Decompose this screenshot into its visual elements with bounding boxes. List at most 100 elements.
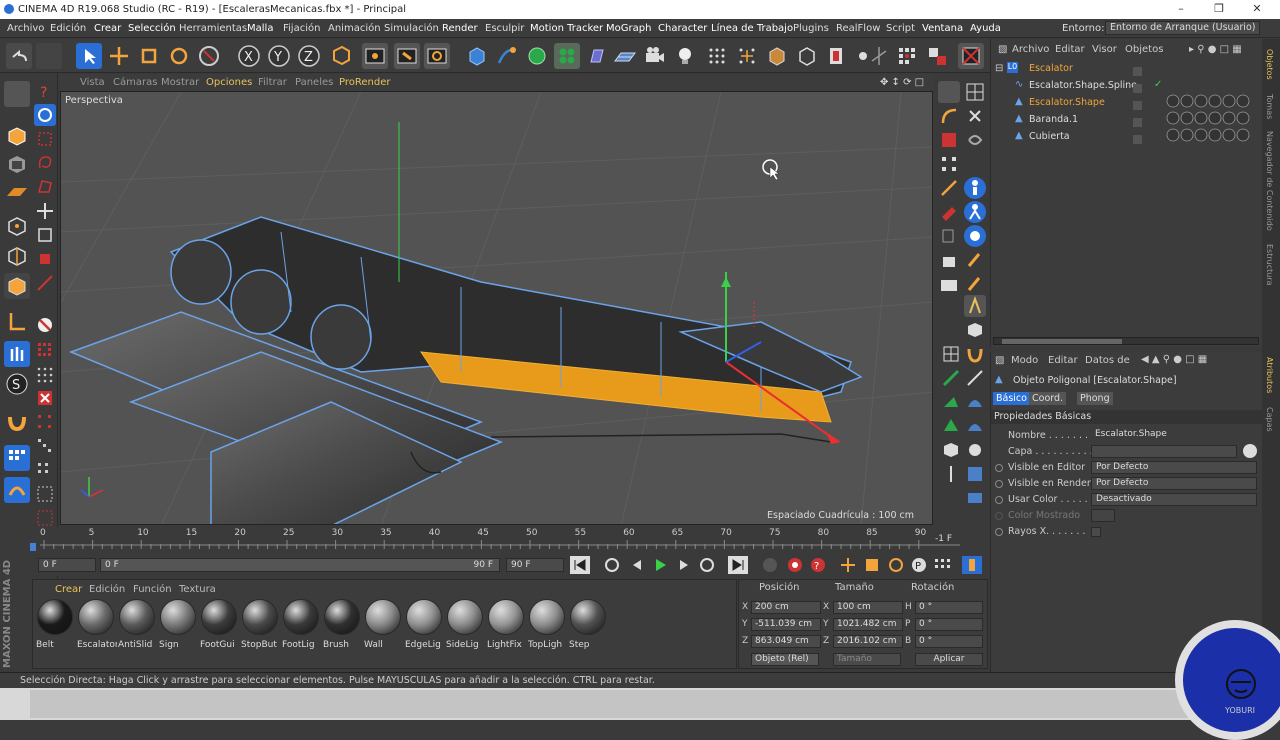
layers-icon[interactable]	[964, 487, 986, 509]
key-pla-icon[interactable]	[932, 556, 952, 574]
pen-spline-icon[interactable]	[494, 43, 520, 69]
mat-menu-funcion[interactable]: Función	[133, 584, 172, 595]
animate-dot-icon[interactable]	[995, 496, 1003, 504]
points-tool-icon[interactable]	[4, 213, 30, 239]
sculpt-b-icon[interactable]	[964, 439, 986, 461]
obj-menu-arrow-icon[interactable]: ▧	[998, 44, 1007, 55]
paint-grid-icon[interactable]	[4, 445, 30, 471]
autokey-icon[interactable]	[785, 556, 805, 574]
side-tab-tomas[interactable]: Tomas	[1265, 94, 1274, 119]
vp-menu-vista[interactable]: Vista	[80, 77, 105, 88]
side-tab-navegador[interactable]: Navegador de Contenido	[1265, 131, 1274, 231]
go-to-start-icon[interactable]	[570, 556, 590, 574]
coordinate-system-icon[interactable]	[328, 43, 354, 69]
render-settings-icon[interactable]	[424, 43, 450, 69]
key-rotation-icon[interactable]	[886, 556, 906, 574]
mirror-icon[interactable]	[940, 463, 962, 485]
attr-menu-datos[interactable]: Datos de	[1085, 355, 1130, 366]
position-x-field[interactable]: 200 cm	[751, 601, 821, 614]
figure-b-icon[interactable]	[964, 201, 986, 223]
menu-linea-de-trabajo[interactable]: Línea de Trabajo	[711, 23, 793, 34]
rotate-small-icon[interactable]	[34, 248, 56, 270]
object-mode-icon[interactable]	[4, 123, 30, 149]
cube-b-icon[interactable]	[964, 319, 986, 341]
redo-icon[interactable]	[36, 43, 62, 69]
obj-menu-editar[interactable]: Editar	[1055, 44, 1085, 55]
axis-mode-icon[interactable]	[866, 43, 892, 69]
rotation-h-field[interactable]: 0 °	[915, 601, 983, 614]
object-tags[interactable]	[1131, 61, 1263, 151]
material-edgelig[interactable]: EdgeLig	[405, 598, 443, 650]
soft-selection-icon[interactable]	[4, 477, 30, 503]
grid-dots-b-icon[interactable]	[34, 435, 56, 457]
make-editable-icon[interactable]	[4, 81, 30, 107]
live-selection-icon[interactable]	[76, 43, 102, 69]
mat-menu-textura[interactable]: Textura	[179, 584, 216, 595]
cloner-icon[interactable]	[554, 43, 580, 69]
explode-icon[interactable]	[938, 153, 960, 175]
model-mode-icon[interactable]	[794, 43, 820, 69]
play-icon[interactable]	[650, 556, 670, 574]
menu-motion-tracker[interactable]: Motion Tracker	[530, 23, 603, 34]
end-frame-field[interactable]: 90 F	[506, 558, 564, 572]
preview-range-slider[interactable]: 0 F 90 F	[100, 558, 500, 572]
maximize-icon[interactable]: ❐	[1206, 2, 1232, 17]
menu-archivo[interactable]: Archivo	[7, 23, 44, 34]
vp-menu-mostrar[interactable]: Mostrar	[161, 77, 199, 88]
animate-dot-icon[interactable]	[995, 464, 1003, 472]
menu-animacion[interactable]: Animación	[328, 23, 381, 34]
menu-simulacion[interactable]: Simulación	[384, 23, 439, 34]
menu-seleccion[interactable]: Selección	[128, 23, 176, 34]
tweak-icon[interactable]	[4, 341, 30, 367]
viewport-perspective[interactable]: Perspectiva Espaciado Cuadrícula : 100 c…	[60, 91, 933, 525]
material-toplight[interactable]: TopLigh	[528, 598, 566, 650]
menu-render[interactable]: Render	[442, 23, 478, 34]
y-axis-lock-icon[interactable]: Y	[266, 43, 292, 69]
menu-esculpir[interactable]: Esculpir	[485, 23, 524, 34]
subdivision-surface-icon[interactable]	[524, 43, 550, 69]
attr-nav-icons[interactable]: ◀ ▲ ⚲ ● □ ▦	[1141, 354, 1207, 365]
size-x-field[interactable]: 100 cm	[833, 601, 903, 614]
figure-c-icon[interactable]	[964, 225, 986, 247]
lattice-icon[interactable]	[938, 129, 960, 151]
attr-menu-modo[interactable]: Modo	[1011, 355, 1038, 366]
record-keys-icon[interactable]	[760, 556, 780, 574]
obj-search-icons[interactable]: ▸ ⚲ ● □ ▦	[1189, 44, 1242, 55]
viewport-solo-icon[interactable]	[958, 43, 984, 69]
menu-crear[interactable]: Crear	[94, 23, 121, 34]
light-icon[interactable]	[672, 43, 698, 69]
scale-small-icon[interactable]	[34, 224, 56, 246]
obj-menu-archivo[interactable]: Archivo	[1012, 44, 1049, 55]
side-tab-atributos[interactable]: Atributos	[1265, 357, 1274, 393]
size-z-field[interactable]: 2016.102 cm	[833, 635, 903, 648]
inflate-icon[interactable]	[964, 391, 986, 413]
menu-fijacion[interactable]: Fijación	[283, 23, 320, 34]
size-mode-select[interactable]: Tamaño	[833, 653, 901, 666]
menu-character[interactable]: Character	[658, 23, 707, 34]
scale-icon[interactable]	[136, 43, 162, 69]
obj-menu-objetos[interactable]: Objetos	[1125, 44, 1163, 55]
deformer-icon[interactable]	[584, 43, 610, 69]
display-color-swatch[interactable]	[1091, 509, 1115, 522]
layout-select[interactable]: Entorno de Arranque (Usuario)	[1105, 21, 1260, 35]
menu-script[interactable]: Script	[886, 23, 915, 34]
material-sidelig[interactable]: SideLig	[446, 598, 484, 650]
sculpt-icon[interactable]: S	[4, 371, 30, 397]
material-antislid[interactable]: AntiSlid	[118, 598, 156, 650]
menu-mograph[interactable]: MoGraph	[606, 23, 651, 34]
key-scale-icon[interactable]	[862, 556, 882, 574]
prev-key-icon[interactable]	[602, 556, 622, 574]
extrude-icon[interactable]	[940, 415, 962, 437]
material-wall[interactable]: Wall	[364, 598, 402, 650]
object-scrollbar[interactable]	[993, 337, 1259, 345]
workplane-tool-icon[interactable]	[4, 179, 30, 205]
brush-tool-icon[interactable]	[964, 249, 986, 271]
material-brush[interactable]: Brush	[323, 598, 361, 650]
material-lightfix[interactable]: LightFix	[487, 598, 525, 650]
side-tab-capas[interactable]: Capas	[1265, 407, 1274, 432]
grid-dots-a-icon[interactable]	[34, 411, 56, 433]
go-to-end-icon[interactable]	[728, 556, 748, 574]
help-icon[interactable]: ?	[34, 81, 56, 103]
position-y-field[interactable]: -511.039 cm	[751, 618, 821, 631]
coord-mode-select[interactable]: Objeto (Rel)	[751, 653, 819, 666]
